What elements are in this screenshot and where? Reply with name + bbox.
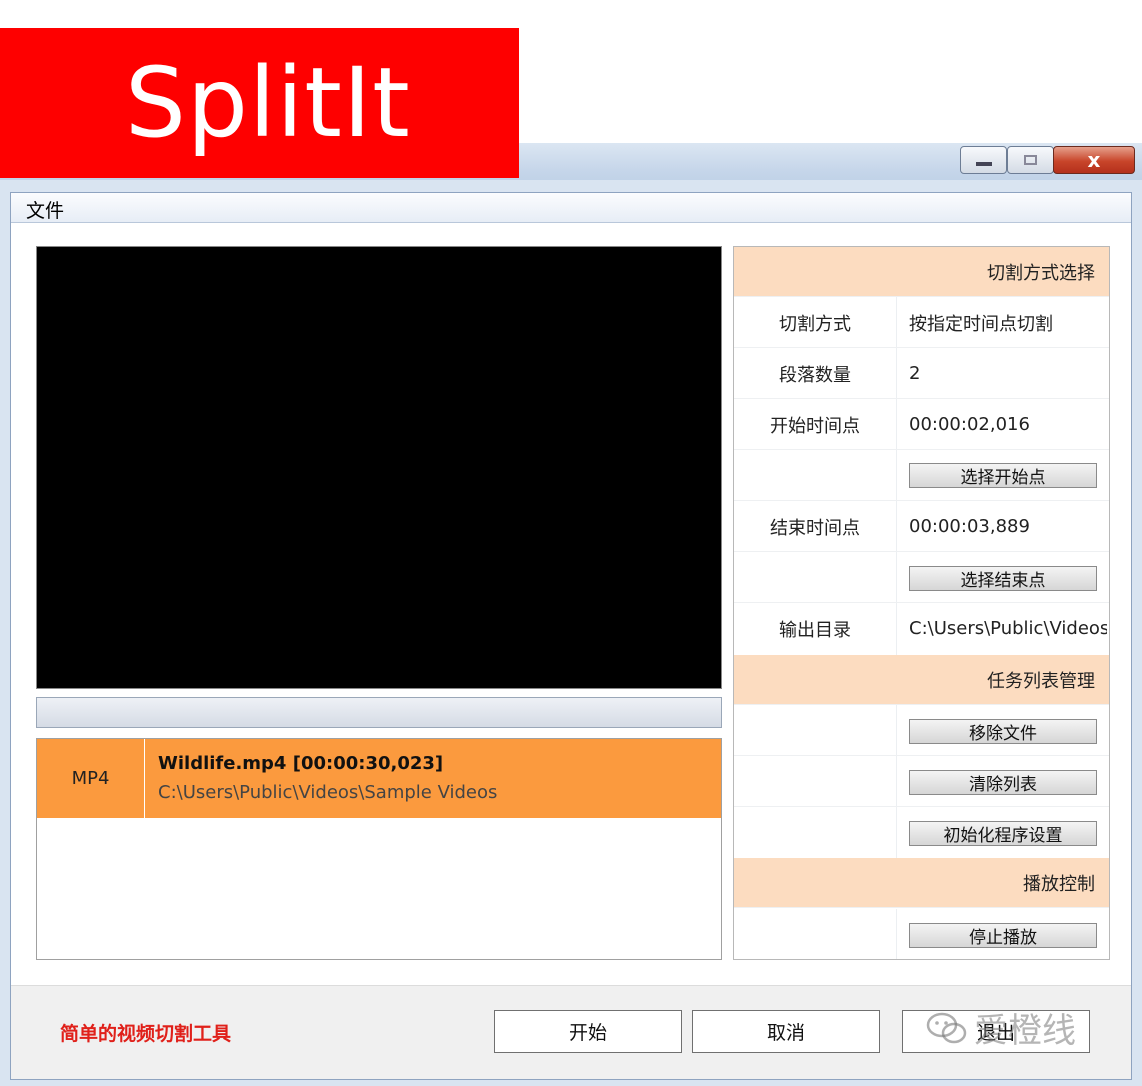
watermark-text: 爱橙线 <box>974 1011 1076 1051</box>
app-tagline: 简单的视频切割工具 <box>60 1023 232 1045</box>
select-start-button[interactable]: 选择开始点 <box>909 463 1097 488</box>
file-name: Wildlife.mp4 [00:00:30,023] <box>158 753 444 774</box>
output-dir-label: 输出目录 <box>779 619 851 641</box>
segments-label: 段落数量 <box>779 364 851 386</box>
end-time-label: 结束时间点 <box>770 517 860 539</box>
file-path: C:\Users\Public\Videos\Sample Videos <box>158 782 498 803</box>
section-header-split-mode: 切割方式选择 <box>734 247 1109 296</box>
section-header-task-list: 任务列表管理 <box>734 655 1109 704</box>
file-format-cell: MP4 <box>37 739 145 818</box>
menu-item-file[interactable]: 文件 <box>24 196 66 223</box>
watermark: 爱橙线 <box>926 1003 1076 1052</box>
close-button[interactable]: x <box>1053 146 1135 174</box>
clear-list-button[interactable]: 清除列表 <box>909 770 1097 795</box>
stop-playback-button[interactable]: 停止播放 <box>909 923 1097 948</box>
section-header-playback: 播放控制 <box>734 858 1109 907</box>
maximize-button[interactable] <box>1007 146 1054 174</box>
start-time-value[interactable]: 00:00:02,016 <box>909 399 1107 450</box>
close-icon: x <box>1087 148 1101 172</box>
brand-title: SplitIt <box>125 47 411 159</box>
output-dir-value[interactable]: C:\Users\Public\Videos <box>909 603 1107 654</box>
minimize-button[interactable] <box>960 146 1007 174</box>
maximize-icon <box>1024 155 1037 165</box>
minimize-icon <box>975 162 992 166</box>
segments-value[interactable]: 2 <box>909 348 1107 399</box>
end-time-value[interactable]: 00:00:03,889 <box>909 501 1107 552</box>
split-mode-label: 切割方式 <box>779 313 851 335</box>
menu-bar <box>11 193 1131 223</box>
remove-file-button[interactable]: 移除文件 <box>909 719 1097 744</box>
start-time-label: 开始时间点 <box>770 415 860 437</box>
split-mode-value[interactable]: 按指定时间点切割 <box>909 297 1107 348</box>
reset-settings-button[interactable]: 初始化程序设置 <box>909 821 1097 846</box>
video-preview[interactable] <box>36 246 722 689</box>
wechat-icon <box>926 1012 967 1043</box>
start-button[interactable]: 开始 <box>494 1010 682 1053</box>
seek-bar[interactable] <box>36 697 722 728</box>
select-end-button[interactable]: 选择结束点 <box>909 566 1097 591</box>
cancel-button[interactable]: 取消 <box>692 1010 880 1053</box>
